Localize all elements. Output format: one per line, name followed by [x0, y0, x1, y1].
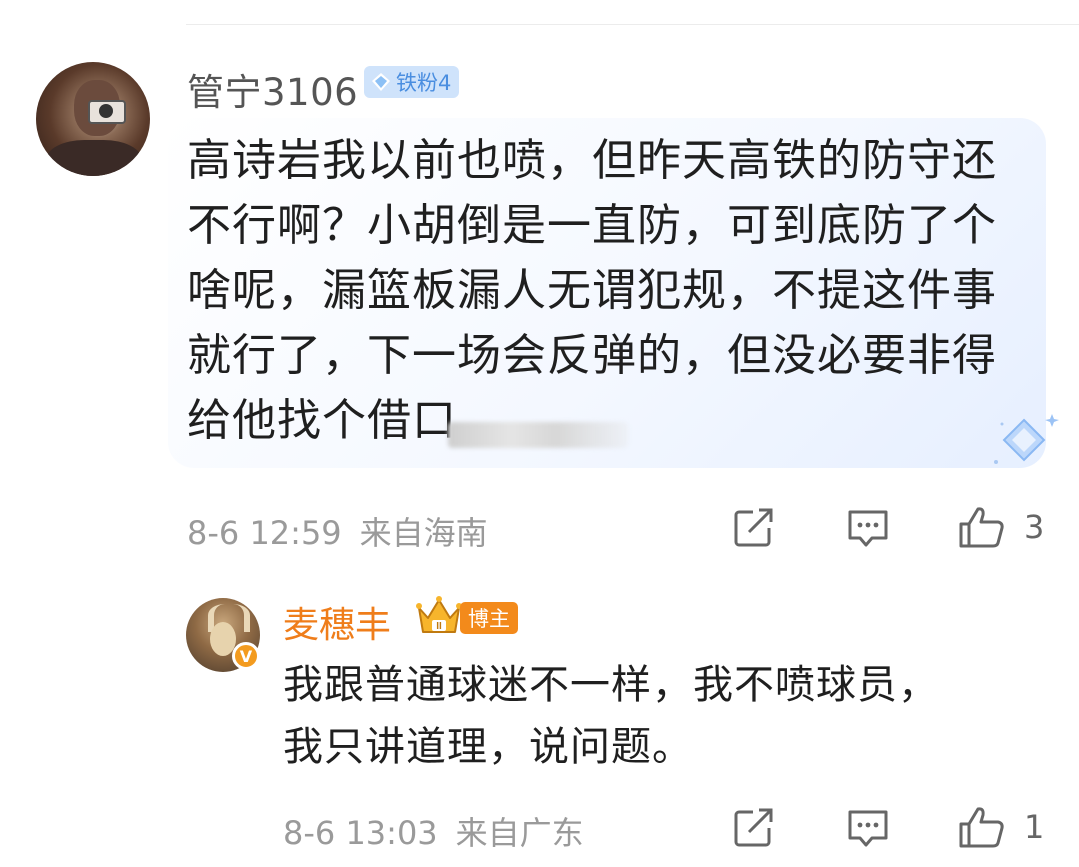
reply-text: 我跟普通球迷不一样，我不喷球员， 我只讲道理，说问题。 [283, 654, 1023, 778]
fan-badge-label: 铁粉4 [396, 71, 452, 95]
comment-text: 高诗岩我以前也喷，但昨天高铁的防守还 不行啊？小胡倒是一直防，可到底防了个 啥呢… [187, 128, 1017, 453]
like-icon [959, 507, 1004, 548]
comment-icon [848, 510, 888, 547]
reply-share-button[interactable] [733, 808, 775, 848]
fan-level-badge[interactable]: 铁粉4 [364, 66, 460, 98]
diamond-icon [372, 73, 390, 91]
like-count: 3 [1024, 508, 1045, 546]
like-button[interactable]: 3 [958, 505, 1044, 549]
verified-badge: V [232, 642, 260, 670]
comment-line: 不行啊？小胡倒是一直防，可到底防了个 [187, 200, 997, 251]
like-icon [959, 807, 1004, 848]
top-divider [186, 24, 1079, 25]
reply-location: 来自广东 [455, 814, 584, 852]
comment-icon [848, 810, 888, 847]
share-icon [734, 808, 773, 847]
comment-line: 啥呢，漏篮板漏人无谓犯规，不提这件事 [187, 265, 997, 316]
crown-level: II [436, 621, 442, 632]
reply-like-button[interactable]: 1 [958, 805, 1044, 849]
reply-comment-button[interactable] [846, 808, 890, 848]
share-button[interactable] [733, 508, 775, 548]
reply-username[interactable]: 麦穗丰 [283, 596, 391, 648]
reply-line: 我跟普通球迷不一样，我不喷球员， [283, 662, 939, 708]
reply-like-count: 1 [1024, 808, 1045, 846]
comment-button[interactable] [846, 508, 890, 548]
comment-line: 高诗岩我以前也喷，但昨天高铁的防守还 [187, 135, 997, 186]
comment-time: 8-6 12:59 [187, 514, 342, 552]
comment-line: 就行了，下一场会反弹的，但没必要非得 [187, 330, 997, 381]
blurred-text [448, 422, 628, 448]
crown-icon: II [416, 596, 462, 633]
comment-meta: 8-6 12:59 来自海南 [187, 508, 488, 554]
diamond-decoration-icon [994, 414, 1059, 464]
reply-line: 我只讲道理，说问题。 [283, 724, 693, 770]
comment-location: 来自海南 [359, 514, 488, 552]
blogger-badge: 博主 [460, 602, 518, 634]
avatar[interactable] [36, 62, 150, 176]
comment-username[interactable]: 管宁3106 [187, 62, 358, 116]
reply-time: 8-6 13:03 [283, 814, 438, 852]
reply-meta: 8-6 13:03 来自广东 [283, 808, 584, 854]
share-icon [734, 508, 773, 547]
